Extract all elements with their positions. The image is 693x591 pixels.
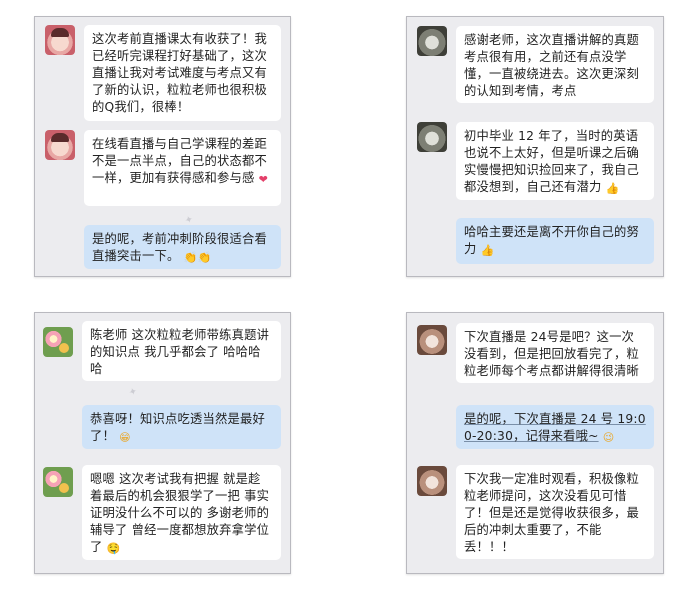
outgoing-message: 恭喜呀！知识点吃透当然是最好了！ 😁	[82, 405, 281, 449]
flower-avatar-icon	[43, 467, 73, 497]
drooling-emoji-icon: 🤤	[106, 542, 121, 555]
message-text: 是的呢，考前冲刺阶段很适合看直播突击一下。	[92, 232, 267, 263]
thumbs-up-emoji-icon: 👍	[480, 244, 495, 257]
message-text: 恭喜呀！知识点吃透当然是最好了！	[90, 412, 265, 443]
chat-screenshot-4: 下次直播是 24号是吧？这一次没看到，但是把回放看完了，粒粒老师每个考点都讲解得…	[406, 312, 664, 574]
portrait-avatar-icon	[417, 325, 447, 355]
incoming-message: 下次直播是 24号是吧？这一次没看到，但是把回放看完了，粒粒老师每个考点都讲解得…	[456, 323, 654, 383]
winking-emoji-icon: 😉	[602, 431, 615, 444]
chat-screenshot-3: 陈老师 这次粒粒老师带练真题讲的知识点 我几乎都会了 哈哈哈哈 恭喜呀！知识点吃…	[34, 312, 291, 574]
message-text: 在线看直播与自己学课程的差距不是一点半点，自己的状态都不一样，更加有获得感和参与…	[92, 137, 267, 185]
incoming-message: 初中毕业 12 年了，当时的英语也说不上太好，但是听课之后确实慢慢把知识捡回来了…	[456, 122, 654, 200]
grinning-emoji-icon: 😁	[119, 431, 131, 444]
incoming-message: 陈老师 这次粒粒老师带练真题讲的知识点 我几乎都会了 哈哈哈哈	[82, 321, 281, 381]
outgoing-message: 哈哈主要还是离不开你自己的努力 👍	[456, 218, 654, 264]
message-text: 下次我一定准时观看，积极像粒粒老师提问，这次没看见可惜了！但是还是觉得收获很多，…	[464, 472, 639, 554]
chat-screenshot-2: 感谢老师，这次直播讲解的真题考点很有用，之前还有点没学懂，一直被绕进去。这次更深…	[406, 16, 664, 277]
message-text: 这次考前直播课太有收获了！我已经听完课程打好基础了，这次直播让我对考试难度与考点…	[92, 32, 267, 114]
outgoing-message: 是的呢，考前冲刺阶段很适合看直播突击一下。 👏👏	[84, 225, 281, 269]
incoming-message: 感谢老师，这次直播讲解的真题考点很有用，之前还有点没学懂，一直被绕进去。这次更深…	[456, 26, 654, 103]
message-text: 下次直播是 24号是吧？这一次没看到，但是把回放看完了，粒粒老师每个考点都讲解得…	[464, 330, 639, 378]
clapping-emoji-icon: 👏👏	[183, 251, 212, 264]
message-text: 陈老师 这次粒粒老师带练真题讲的知识点 我几乎都会了 哈哈哈哈	[90, 328, 270, 376]
portrait-avatar-icon	[417, 26, 447, 56]
watermark: ✦	[127, 385, 139, 400]
message-text: 是的呢，下次直播是 24 号 19:00-20:30，记得来看哦~	[464, 412, 646, 443]
incoming-message: 下次我一定准时观看，积极像粒粒老师提问，这次没看见可惜了！但是还是觉得收获很多，…	[456, 465, 654, 559]
incoming-message: 这次考前直播课太有收获了！我已经听完课程打好基础了，这次直播让我对考试难度与考点…	[84, 25, 281, 121]
incoming-message: 在线看直播与自己学课程的差距不是一点半点，自己的状态都不一样，更加有获得感和参与…	[84, 130, 281, 206]
chat-screenshot-1: 这次考前直播课太有收获了！我已经听完课程打好基础了，这次直播让我对考试难度与考点…	[34, 16, 291, 277]
thumbs-up-emoji-icon: 👍	[605, 182, 620, 195]
portrait-avatar-icon	[417, 466, 447, 496]
portrait-avatar-icon	[417, 122, 447, 152]
flower-avatar-icon	[43, 327, 73, 357]
girl-avatar-icon	[45, 25, 75, 55]
heart-emoji-icon: ❤	[258, 173, 268, 186]
incoming-message: 嗯嗯 这次考试我有把握 就是趁着最后的机会狠狠学了一把 事实证明没什么不可以的 …	[82, 465, 281, 560]
girl-avatar-icon	[45, 130, 75, 160]
message-text: 感谢老师，这次直播讲解的真题考点很有用，之前还有点没学懂，一直被绕进去。这次更深…	[464, 33, 639, 98]
outgoing-message: 是的呢，下次直播是 24 号 19:00-20:30，记得来看哦~ 😉	[456, 405, 654, 449]
